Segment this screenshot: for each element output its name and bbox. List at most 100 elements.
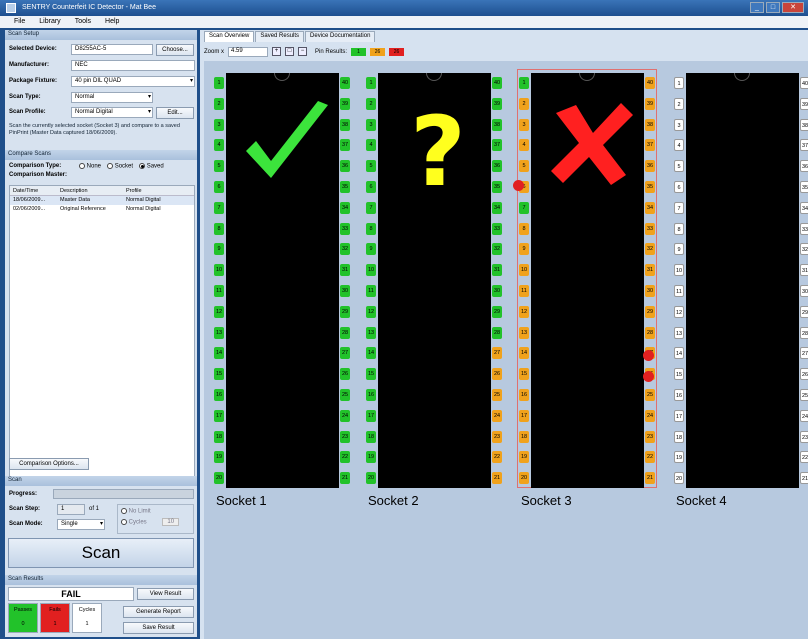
pin-30[interactable]: 30 — [340, 285, 350, 297]
pin-9[interactable]: 9 — [519, 243, 529, 256]
pin-1[interactable]: 1 — [674, 77, 684, 89]
pin-2[interactable]: 2 — [674, 97, 684, 110]
pin-16[interactable]: 16 — [519, 389, 529, 401]
tab-device-documentation[interactable]: Device Documentation — [305, 31, 376, 42]
socket-3[interactable]: 1 2 3 4 5 6 7 8 9 10 11 12 13 14 15 16 17 18 19 20 40 39 38 37 3… — [509, 69, 664, 509]
pin-6[interactable]: 6 — [214, 181, 224, 193]
pin-20[interactable]: 20 — [366, 472, 376, 485]
pin-36[interactable]: 36 — [492, 160, 502, 173]
pin-38[interactable]: 38 — [492, 118, 502, 131]
pin-12[interactable]: 12 — [366, 305, 376, 318]
socket-2[interactable]: ? 1 2 3 4 5 6 7 8 9 10 11 12 13 14 15 16 17 18 19 20 40 39 38 37… — [356, 69, 511, 509]
cycles-field[interactable]: 10 — [162, 518, 180, 527]
pin-14[interactable]: 14 — [519, 347, 529, 360]
pin-35[interactable]: 35 — [492, 181, 502, 193]
pin-21[interactable]: 21 — [492, 472, 502, 485]
pin-15[interactable]: 15 — [366, 368, 376, 381]
pin-6[interactable]: 6 — [674, 181, 684, 193]
pin-40[interactable]: 40 — [492, 77, 502, 89]
pin-4[interactable]: 4 — [366, 139, 376, 152]
pin-20[interactable]: 20 — [214, 472, 224, 485]
menu-tools[interactable]: Tools — [75, 18, 91, 28]
pin-3[interactable]: 3 — [674, 118, 684, 131]
pin-12[interactable]: 12 — [519, 305, 529, 318]
pin-21[interactable]: 21 — [340, 472, 350, 485]
pin-23[interactable]: 23 — [492, 430, 502, 443]
pin-26[interactable]: 26 — [492, 368, 502, 381]
pin-24[interactable]: 24 — [492, 409, 502, 422]
pin-7[interactable]: 7 — [519, 201, 529, 214]
pin-30[interactable]: 30 — [492, 285, 502, 297]
pin-35[interactable]: 35 — [340, 181, 350, 193]
pin-24[interactable]: 24 — [800, 409, 808, 422]
pin-9[interactable]: 9 — [214, 243, 224, 256]
pin-34[interactable]: 34 — [492, 201, 502, 214]
pin-17[interactable]: 17 — [519, 409, 529, 422]
table-row[interactable]: 18/06/2009... Master Data Normal Digital — [10, 196, 194, 205]
pin-11[interactable]: 11 — [366, 285, 376, 297]
pin-37[interactable]: 37 — [492, 139, 502, 152]
socket-1[interactable]: 1 2 3 4 5 6 7 8 9 10 11 12 13 14 15 16 17 18 19 20 40 39 38 37 3… — [204, 69, 359, 509]
pin-4[interactable]: 4 — [674, 139, 684, 152]
pin-13[interactable]: 13 — [214, 326, 224, 339]
zoom-fit-icon[interactable]: □ — [285, 47, 295, 56]
pin-14[interactable]: 14 — [674, 347, 684, 360]
pin-40[interactable]: 40 — [645, 77, 655, 89]
pin-7[interactable]: 7 — [366, 201, 376, 214]
zoom-out-icon[interactable]: − — [298, 47, 308, 56]
save-result-button[interactable]: Save Result — [123, 622, 194, 634]
pin-21[interactable]: 21 — [645, 472, 655, 485]
pin-23[interactable]: 23 — [645, 430, 655, 443]
pin-6[interactable]: 6 — [366, 181, 376, 193]
socket-4[interactable]: 1 2 3 4 5 6 7 8 9 10 11 12 13 14 15 16 17 18 19 20 40 39 38 37 3… — [664, 69, 808, 509]
selected-device-field[interactable]: D8255AC-5 — [71, 44, 153, 55]
pin-10[interactable]: 10 — [366, 264, 376, 277]
scan-type-select[interactable]: Normal ▾ — [71, 92, 153, 103]
pin-4[interactable]: 4 — [214, 139, 224, 152]
pin-19[interactable]: 19 — [366, 451, 376, 464]
pin-33[interactable]: 33 — [492, 222, 502, 235]
radio-none[interactable]: None — [79, 163, 101, 170]
pin-11[interactable]: 11 — [674, 285, 684, 297]
pin-37[interactable]: 37 — [645, 139, 655, 152]
pin-34[interactable]: 34 — [800, 201, 808, 214]
pin-15[interactable]: 15 — [519, 368, 529, 381]
pin-16[interactable]: 16 — [214, 389, 224, 401]
pin-31[interactable]: 31 — [645, 264, 655, 277]
pin-3[interactable]: 3 — [214, 118, 224, 131]
pin-34[interactable]: 34 — [340, 201, 350, 214]
pin-27[interactable]: 27 — [800, 347, 808, 360]
scan-profile-select[interactable]: Normal Digital ▾ — [71, 107, 153, 118]
pin-29[interactable]: 29 — [492, 305, 502, 318]
pin-18[interactable]: 18 — [214, 430, 224, 443]
pin-16[interactable]: 16 — [366, 389, 376, 401]
pin-8[interactable]: 8 — [519, 222, 529, 235]
pin-34[interactable]: 34 — [645, 201, 655, 214]
table-row[interactable]: 02/06/2009... Original Reference Normal … — [10, 205, 194, 214]
pin-37[interactable]: 37 — [800, 139, 808, 152]
pin-16[interactable]: 16 — [674, 389, 684, 401]
pin-19[interactable]: 19 — [214, 451, 224, 464]
pin-17[interactable]: 17 — [674, 409, 684, 422]
menu-file[interactable]: File — [14, 18, 25, 28]
pin-7[interactable]: 7 — [674, 201, 684, 214]
radio-socket[interactable]: Socket — [107, 163, 133, 170]
scan-mode-select[interactable]: Single ▾ — [57, 519, 105, 530]
pin-36[interactable]: 36 — [645, 160, 655, 173]
pin-36[interactable]: 36 — [340, 160, 350, 173]
pin-12[interactable]: 12 — [214, 305, 224, 318]
pin-18[interactable]: 18 — [519, 430, 529, 443]
pin-29[interactable]: 29 — [340, 305, 350, 318]
choose-button[interactable]: Choose... — [156, 44, 194, 56]
pin-1[interactable]: 1 — [519, 77, 529, 89]
pin-39[interactable]: 39 — [800, 97, 808, 110]
pin-2[interactable]: 2 — [214, 97, 224, 110]
pin-36[interactable]: 36 — [800, 160, 808, 173]
pin-15[interactable]: 15 — [674, 368, 684, 381]
pin-30[interactable]: 30 — [645, 285, 655, 297]
pin-23[interactable]: 23 — [340, 430, 350, 443]
generate-report-button[interactable]: Generate Report — [123, 606, 194, 618]
minimize-button[interactable]: _ — [750, 2, 764, 13]
menu-help[interactable]: Help — [105, 18, 119, 28]
pin-25[interactable]: 25 — [645, 389, 655, 401]
